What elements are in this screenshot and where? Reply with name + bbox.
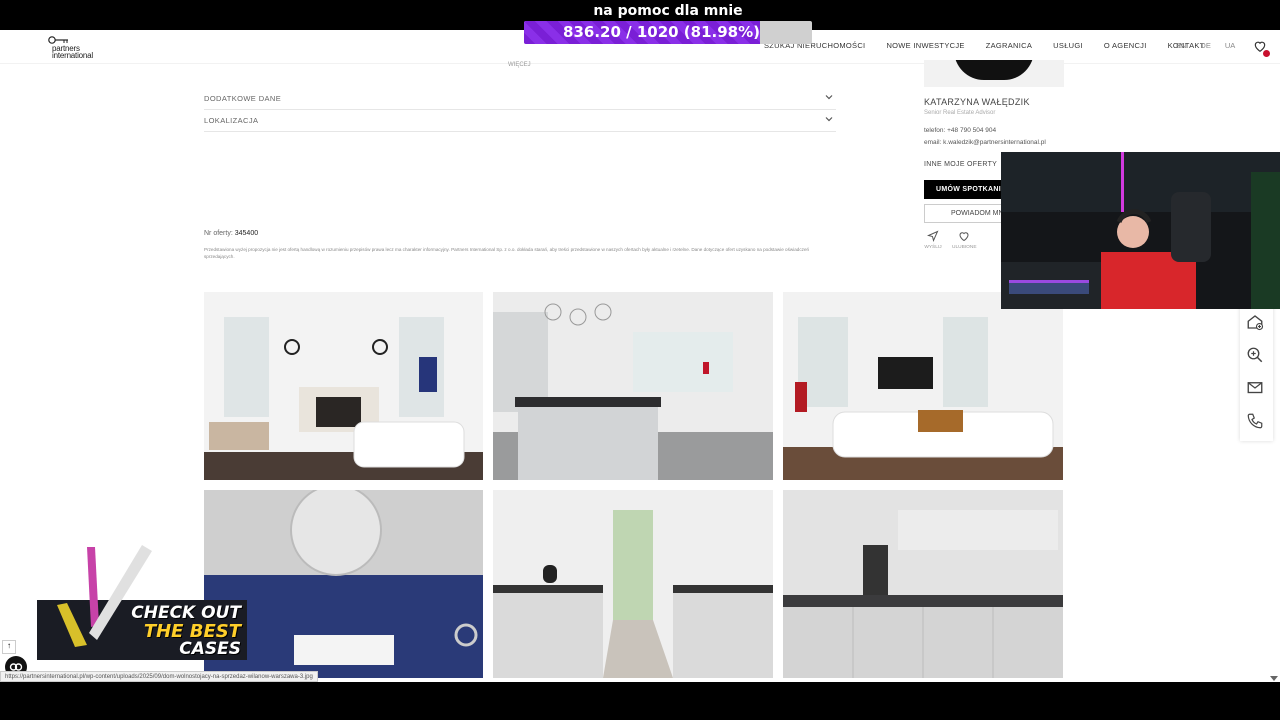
accordion-additional-data[interactable]: DODATKOWE DANE	[204, 88, 836, 110]
photo-living-room-sofa	[783, 292, 1063, 480]
zoom-in-icon[interactable]	[1246, 346, 1266, 366]
chevron-down-icon	[825, 117, 833, 122]
gallery-photo-kitchen-corridor[interactable]	[493, 490, 773, 678]
browser-page: partners international SZUKAJ NIERUCHOMO…	[0, 30, 1280, 682]
favorite-label: ULUBIONE	[952, 245, 977, 250]
gallery-photo-living-room-sofa[interactable]	[783, 292, 1063, 480]
favorites-heart-icon[interactable]	[1253, 39, 1270, 57]
mail-icon[interactable]	[1246, 379, 1266, 399]
main-nav: SZUKAJ NIERUCHOMOŚCI NOWE INWESTYCJE ZAG…	[764, 41, 1205, 50]
phone-icon[interactable]	[1246, 412, 1266, 432]
agent-phone[interactable]: telefon: +48 790 504 904	[924, 127, 996, 134]
other-offers-label: INNE MOJE OFERTY	[924, 161, 997, 168]
agent-photo	[924, 60, 1064, 87]
nav-item-services[interactable]: USŁUGI	[1053, 41, 1083, 50]
bottom-letterbox	[0, 682, 1280, 720]
photo-living-room-fireplace	[204, 292, 483, 480]
knife-rifle-icon	[57, 545, 152, 647]
accordion-label: DODATKOWE DANE	[204, 94, 282, 103]
offer-number: 345400	[234, 230, 259, 237]
lang-en[interactable]: EN	[1176, 41, 1186, 50]
ad-line-1: CHECK OUT	[131, 603, 241, 623]
heart-icon	[959, 232, 969, 242]
browser-status-url: https://partnersinternational.pl/wp-cont…	[0, 671, 318, 682]
nav-item-new-investments[interactable]: NOWE INWESTYCJE	[886, 41, 964, 50]
lang-de[interactable]: DE	[1200, 41, 1210, 50]
other-offers-link[interactable]: INNE MOJE OFERTY ›	[924, 161, 1004, 168]
ad-line-3: CASES	[179, 639, 241, 659]
disclaimer-text: Przedstawiona wyżej propozycja nie jest …	[204, 247, 810, 259]
send-icon	[927, 230, 939, 242]
donation-goal-amount: 836.20 / 1020 (81.98%)	[563, 23, 760, 41]
send-action[interactable]: WYŚLIJ	[921, 230, 945, 250]
photo-kitchen-corridor	[493, 490, 773, 678]
side-action-panel	[1240, 305, 1273, 441]
photo-kitchen-range	[783, 490, 1063, 678]
photo-kitchen-island	[493, 292, 773, 480]
gallery-photo-living-room-fireplace[interactable]	[204, 292, 483, 480]
webcam-image	[1001, 152, 1280, 309]
offer-number-row: Nr oferty: 345400	[204, 230, 258, 237]
home-add-icon[interactable]	[1246, 313, 1266, 333]
donation-goal-bar: 836.20 / 1020 (81.98%)	[524, 21, 812, 44]
nav-item-about[interactable]: O AGENCJI	[1104, 41, 1147, 50]
scroll-to-top-button[interactable]: ↑	[2, 640, 16, 654]
screen: na pomoc dla mnie 836.20 / 1020 (81.98%)…	[0, 0, 1280, 720]
nav-item-abroad[interactable]: ZAGRANICA	[986, 41, 1032, 50]
site-logo[interactable]: partners international	[30, 34, 93, 60]
chevron-down-icon	[825, 95, 833, 100]
agent-role: Senior Real Estate Advisor	[924, 110, 996, 116]
lang-ua[interactable]: UA	[1225, 41, 1235, 50]
offer-number-label: Nr oferty:	[204, 230, 233, 237]
donation-goal-title: na pomoc dla mnie	[593, 3, 743, 19]
agent-email[interactable]: email: k.waledzik@partnersinternational.…	[924, 139, 1046, 146]
accordion-label: LOKALIZACJA	[204, 116, 259, 125]
language-switcher: EN DE UA	[1176, 41, 1235, 50]
send-label: WYŚLIJ	[924, 245, 942, 250]
accordion-location[interactable]: LOKALIZACJA	[204, 110, 836, 132]
gallery-photo-kitchen-island[interactable]	[493, 292, 773, 480]
logo-text-international: international	[52, 51, 93, 60]
add-favorite-action[interactable]: ULUBIONE	[952, 230, 977, 250]
more-link[interactable]: WIĘCEJ	[508, 62, 531, 68]
gallery-photo-kitchen-range[interactable]	[783, 490, 1063, 678]
agent-name: KATARZYNA WAŁĘDZIK	[924, 97, 1030, 107]
favorites-badge	[1263, 50, 1270, 57]
cases-advert[interactable]: CHECK OUT THE BEST CASES	[37, 545, 247, 660]
streamer-webcam	[1001, 152, 1280, 309]
scrollbar-down-arrow-icon[interactable]	[1270, 676, 1278, 681]
